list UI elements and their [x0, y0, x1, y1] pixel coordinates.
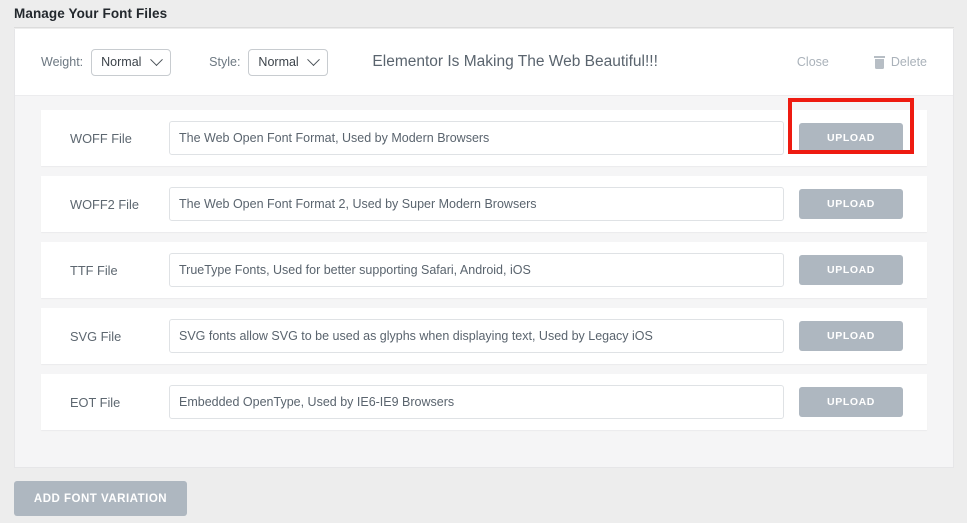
upload-button[interactable]: UPLOAD — [799, 123, 903, 153]
heading-divider — [14, 27, 954, 28]
style-field-group: Style: Normal — [209, 48, 329, 76]
upload-button[interactable]: UPLOAD — [799, 387, 903, 417]
file-type-label: WOFF2 File — [70, 196, 139, 212]
delete-button[interactable]: Delete — [873, 55, 927, 69]
upload-button[interactable]: UPLOAD — [799, 189, 903, 219]
style-label: Style: — [209, 55, 241, 69]
font-files-panel: Weight: Normal Style: Normal Elementor I… — [14, 29, 954, 468]
trash-icon — [873, 55, 885, 69]
file-rows-list: WOFF File UPLOAD WOFF2 File UPLOAD TTF File U… — [15, 96, 953, 430]
font-preview-text: Elementor Is Making The Web Beautiful!!! — [372, 53, 658, 70]
close-button[interactable]: Close — [797, 55, 829, 69]
page-title: Manage Your Font Files — [14, 6, 168, 21]
upload-button[interactable]: UPLOAD — [799, 255, 903, 285]
weight-select-value: Normal — [101, 55, 142, 69]
file-path-input[interactable] — [169, 253, 784, 287]
table-row: WOFF File UPLOAD — [41, 98, 927, 166]
table-row: WOFF2 File UPLOAD — [41, 176, 927, 232]
upload-button[interactable]: UPLOAD — [799, 321, 903, 351]
chevron-down-icon — [307, 52, 321, 66]
table-row: TTF File UPLOAD — [41, 242, 927, 298]
weight-field-group: Weight: Normal — [41, 48, 172, 76]
file-path-input[interactable] — [169, 187, 784, 221]
delete-label: Delete — [890, 55, 927, 69]
style-select[interactable]: Normal — [248, 48, 329, 76]
chevron-down-icon — [150, 52, 164, 66]
style-select-value: Normal — [258, 55, 299, 69]
file-path-input[interactable] — [169, 385, 784, 419]
panel-header: Weight: Normal Style: Normal Elementor I… — [15, 29, 953, 96]
add-font-variation-button[interactable]: ADD FONT VARIATION — [14, 481, 187, 516]
file-type-label: WOFF File — [70, 130, 132, 146]
weight-select[interactable]: Normal — [91, 48, 172, 76]
table-row: EOT File UPLOAD — [41, 374, 927, 430]
file-path-input[interactable] — [169, 319, 784, 353]
file-type-label: EOT File — [70, 394, 121, 410]
header-actions: Close Delete — [797, 55, 953, 69]
table-row: SVG File UPLOAD — [41, 308, 927, 364]
file-path-input[interactable] — [169, 121, 784, 155]
file-type-label: TTF File — [70, 262, 118, 278]
file-type-label: SVG File — [70, 328, 122, 344]
weight-label: Weight: — [41, 55, 84, 69]
